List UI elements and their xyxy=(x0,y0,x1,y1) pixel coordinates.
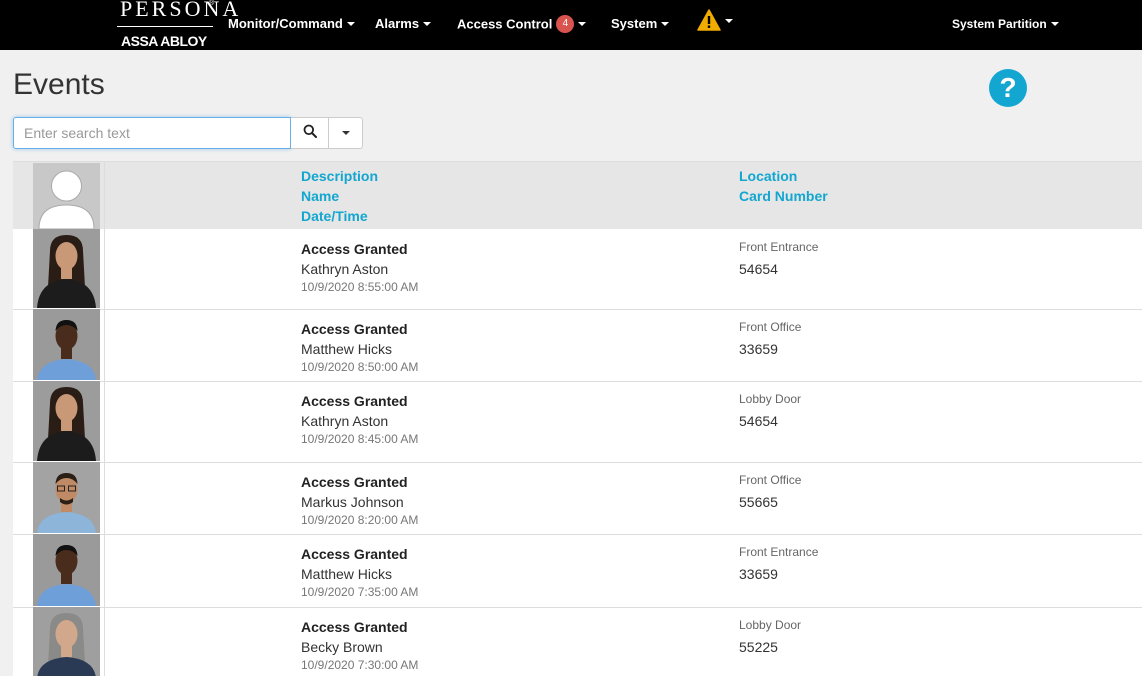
search-icon xyxy=(303,124,317,143)
event-person-name: Kathryn Aston xyxy=(301,413,389,429)
table-row[interactable]: Access Granted Markus Johnson 10/9/2020 8:… xyxy=(13,462,1142,535)
event-datetime: 10/9/2020 7:30:00 AM xyxy=(301,658,419,672)
logo-trademark: ® xyxy=(209,0,215,7)
column-divider xyxy=(104,229,105,309)
table-row[interactable]: Access Granted Becky Brown 10/9/2020 7:30:… xyxy=(13,607,1142,676)
chevron-down-icon xyxy=(661,21,670,26)
event-datetime: 10/9/2020 8:55:00 AM xyxy=(301,280,419,294)
column-divider xyxy=(104,162,105,229)
column-divider xyxy=(104,309,105,381)
event-person-name: Kathryn Aston xyxy=(301,261,389,277)
event-description: Access Granted xyxy=(301,393,408,409)
event-card-number: 33659 xyxy=(739,341,778,357)
nav-system-partition[interactable]: System Partition xyxy=(952,16,1059,34)
sort-description[interactable]: Description xyxy=(301,166,378,186)
event-location: Front Entrance xyxy=(739,240,819,254)
nav-system[interactable]: System xyxy=(611,16,670,34)
event-datetime: 10/9/2020 8:20:00 AM xyxy=(301,513,419,527)
nav-monitor-label: Monitor/Command xyxy=(228,16,343,31)
person-photo xyxy=(33,229,100,308)
chevron-down-icon xyxy=(1050,21,1059,26)
event-location: Front Office xyxy=(739,473,802,487)
event-description: Access Granted xyxy=(301,619,408,635)
sort-location[interactable]: Location xyxy=(739,166,797,186)
table-row[interactable]: Access Granted Kathryn Aston 10/9/2020 8:4… xyxy=(13,381,1142,463)
event-description: Access Granted xyxy=(301,321,408,337)
chevron-down-icon xyxy=(578,22,587,26)
event-card-number: 54654 xyxy=(739,261,778,277)
person-photo xyxy=(33,381,100,461)
nav-alarms[interactable]: Alarms xyxy=(375,16,432,34)
event-person-name: Matthew Hicks xyxy=(301,341,393,357)
help-button[interactable]: ? xyxy=(989,69,1027,107)
person-photo xyxy=(33,462,100,533)
column-divider xyxy=(104,381,105,462)
warning-triangle-icon xyxy=(697,9,721,35)
person-photo xyxy=(33,309,100,380)
logo-divider xyxy=(117,26,213,27)
nav-access-control-label: Access Control xyxy=(457,16,553,32)
chevron-down-icon xyxy=(725,19,733,23)
logo-wordmark: PERSONA xyxy=(120,0,242,18)
nav-warnings[interactable] xyxy=(697,9,733,31)
event-description: Access Granted xyxy=(301,546,408,562)
event-location: Front Office xyxy=(739,320,802,334)
search-input[interactable] xyxy=(13,117,291,149)
sort-datetime[interactable]: Date/Time xyxy=(301,206,368,226)
nav-monitor-command[interactable]: Monitor/Command xyxy=(228,16,355,34)
event-description: Access Granted xyxy=(301,474,408,490)
persona-logo[interactable]: PERSONA ® ASSA ABLOY xyxy=(117,0,238,50)
nav-alarms-label: Alarms xyxy=(375,16,420,31)
question-mark-icon: ? xyxy=(999,72,1017,103)
event-datetime: 10/9/2020 8:50:00 AM xyxy=(301,360,419,374)
table-header-row: Description Name Date/Time Location Card… xyxy=(13,161,1142,229)
chevron-down-icon xyxy=(341,131,350,135)
person-photo xyxy=(33,534,100,606)
logo-company: ASSA ABLOY xyxy=(121,33,207,49)
events-table: Description Name Date/Time Location Card… xyxy=(13,161,1142,676)
event-location: Front Entrance xyxy=(739,545,819,559)
event-person-name: Matthew Hicks xyxy=(301,566,393,582)
event-datetime: 10/9/2020 7:35:00 AM xyxy=(301,585,419,599)
event-card-number: 54654 xyxy=(739,413,778,429)
column-divider xyxy=(104,534,105,607)
search-options-dropdown[interactable] xyxy=(329,117,363,149)
top-navbar: PERSONA ® ASSA ABLOY Monitor/Command Ala… xyxy=(0,0,1142,50)
table-row[interactable]: Access Granted Matthew Hicks 10/9/2020 8:5… xyxy=(13,309,1142,382)
table-row[interactable]: Access Granted Matthew Hicks 10/9/2020 7:3… xyxy=(13,534,1142,608)
column-divider xyxy=(104,607,105,676)
chevron-down-icon xyxy=(346,21,355,26)
event-location: Lobby Door xyxy=(739,618,802,632)
default-avatar xyxy=(33,163,100,229)
event-person-name: Markus Johnson xyxy=(301,494,404,510)
nav-system-label: System xyxy=(611,16,658,31)
column-divider xyxy=(104,462,105,534)
event-card-number: 55665 xyxy=(739,494,778,510)
event-card-number: 55225 xyxy=(739,639,778,655)
alert-count-badge: 4 xyxy=(556,15,575,33)
person-photo xyxy=(33,607,100,676)
chevron-down-icon xyxy=(423,21,432,26)
event-description: Access Granted xyxy=(301,241,408,257)
event-datetime: 10/9/2020 8:45:00 AM xyxy=(301,432,419,446)
event-person-name: Becky Brown xyxy=(301,639,383,655)
event-card-number: 33659 xyxy=(739,566,778,582)
page-title: Events xyxy=(13,68,105,101)
search-button[interactable] xyxy=(291,117,329,149)
nav-partition-label: System Partition xyxy=(952,17,1047,31)
sort-card-number[interactable]: Card Number xyxy=(739,186,828,206)
sort-name[interactable]: Name xyxy=(301,186,339,206)
nav-access-control[interactable]: Access Control 4 xyxy=(457,15,587,34)
table-row[interactable]: Access Granted Kathryn Aston 10/9/2020 8:5… xyxy=(13,229,1142,310)
event-location: Lobby Door xyxy=(739,392,802,406)
